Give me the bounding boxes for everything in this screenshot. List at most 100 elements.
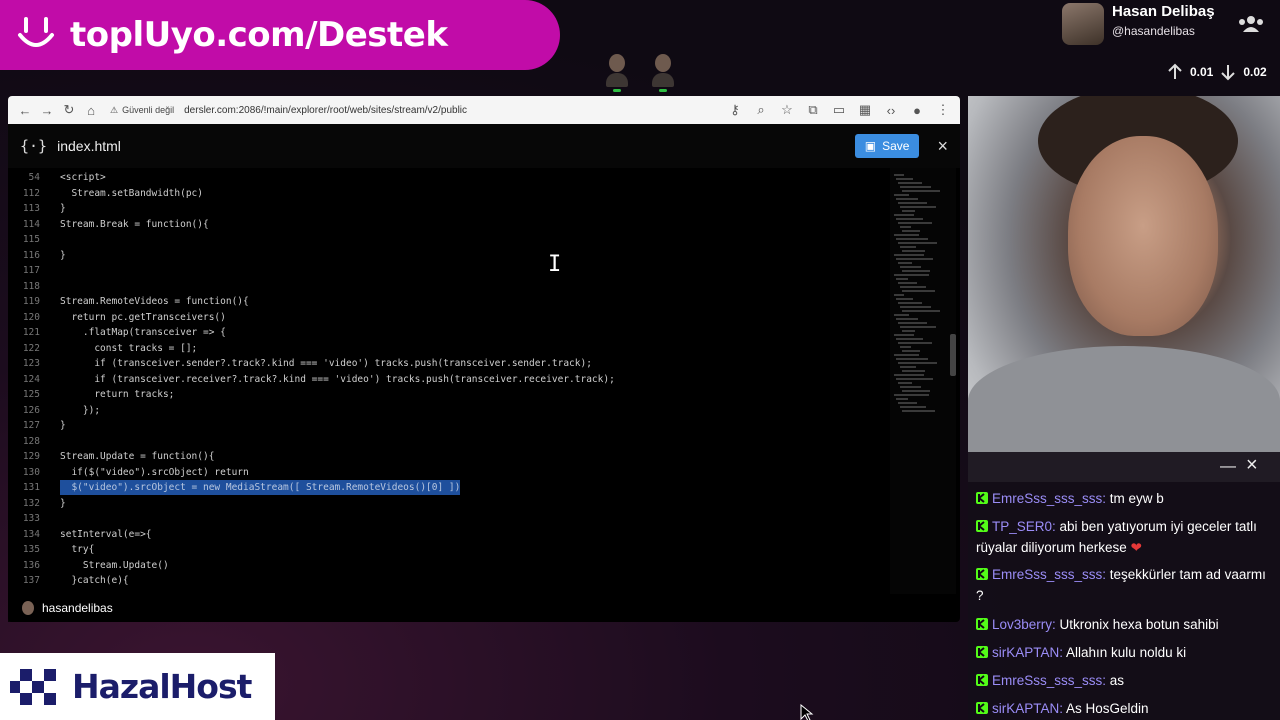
code-editor[interactable]: 54 <script> 112 Stream.setBandwidth(pc) 113… xyxy=(8,168,888,594)
minimap-line xyxy=(896,338,923,340)
chat-text: Allahın kulu noldu ki xyxy=(1063,645,1187,660)
reload-icon[interactable]: ↻ xyxy=(58,99,80,121)
chat-username[interactable]: EmreSss_sss_sss: xyxy=(992,567,1106,582)
line-number: 117 xyxy=(22,265,40,276)
line-number: 135 xyxy=(22,544,40,555)
code-line[interactable]: 131 $("video").srcObject = new MediaStre… xyxy=(8,480,888,495)
code-line[interactable]: 127} xyxy=(8,418,888,433)
code-line[interactable]: 113} xyxy=(8,201,888,216)
guest-avatar[interactable] xyxy=(652,54,674,92)
chat-panel: — × EmreSss_sss_sss: tm eyw b TP_SER0: ab… xyxy=(968,452,1280,720)
code-line[interactable]: 134 setInterval(e=>{ xyxy=(8,527,888,542)
key-icon[interactable]: ⚷ xyxy=(724,99,746,121)
minimap-line xyxy=(894,334,914,336)
extensions-icon[interactable]: ⧉ xyxy=(802,99,824,121)
back-icon[interactable]: ← xyxy=(14,99,36,121)
code-line[interactable]: 115 xyxy=(8,232,888,247)
line-number: 121 xyxy=(22,327,40,338)
code-line[interactable]: 129 Stream.Update = function(){ xyxy=(8,449,888,464)
code-line[interactable]: 125 return tracks; xyxy=(8,387,888,402)
sponsor-banner: HazalHost xyxy=(0,653,275,720)
minimap-line xyxy=(900,206,936,208)
user-avatar xyxy=(22,601,34,615)
home-icon[interactable]: ⌂ xyxy=(80,99,102,121)
code-line[interactable]: 136 Stream.Update() xyxy=(8,558,888,573)
line-number: 54 xyxy=(28,172,40,183)
minimap-line xyxy=(894,174,904,176)
editor-scrollbar[interactable] xyxy=(950,334,956,376)
line-number: 114 xyxy=(22,218,40,230)
minimap-line xyxy=(894,374,924,376)
cast-icon[interactable]: ▭ xyxy=(828,99,850,121)
minimap-line xyxy=(894,274,929,276)
browser-toolbar: ← → ↻ ⌂ ⚠ Güvenli değil dersler.com:2086… xyxy=(8,96,960,124)
chat-username[interactable]: EmreSss_sss_sss: xyxy=(992,673,1106,688)
chat-username[interactable]: sirKAPTAN: xyxy=(992,645,1063,660)
code-text: <script> xyxy=(60,172,106,183)
code-line[interactable]: 119 Stream.RemoteVideos = function(){ xyxy=(8,294,888,309)
minimap-line xyxy=(900,286,926,288)
code-text: if($("video").srcObject) return xyxy=(60,466,249,478)
devtools-icon[interactable]: ‹› xyxy=(880,99,902,121)
security-indicator[interactable]: ⚠ Güvenli değil xyxy=(110,105,174,116)
chat-username[interactable]: EmreSss_sss_sss: xyxy=(992,491,1106,506)
code-line[interactable]: 132} xyxy=(8,496,888,511)
zoom-icon[interactable]: ⌕ xyxy=(750,99,772,121)
kick-badge-icon xyxy=(976,646,988,658)
line-number: 131 xyxy=(22,482,40,493)
code-line[interactable]: 137 }catch(e){ xyxy=(8,573,888,588)
code-line[interactable]: 117 xyxy=(8,263,888,278)
minimap-line xyxy=(898,342,932,344)
code-line[interactable]: 122 const tracks = []; xyxy=(8,341,888,356)
code-line[interactable]: 133 xyxy=(8,511,888,526)
kick-badge-icon xyxy=(976,520,988,532)
chat-header: — × xyxy=(968,452,1280,482)
code-line[interactable]: 121 .flatMap(transceiver => { xyxy=(8,325,888,340)
minimize-icon[interactable]: — xyxy=(1220,458,1236,476)
minimap-line xyxy=(900,386,921,388)
code-line[interactable]: 124 if (transceiver.receiver?.track?.kin… xyxy=(8,372,888,387)
close-icon[interactable]: × xyxy=(1246,454,1258,477)
minimap-line xyxy=(902,350,920,352)
people-icon[interactable] xyxy=(1238,14,1264,34)
line-number: 120 xyxy=(22,311,40,323)
line-number: 124 xyxy=(22,373,40,385)
code-file-icon: {·} xyxy=(20,137,48,155)
code-text: return pc.getTransceivers() xyxy=(60,311,226,323)
save-button[interactable]: ▣ Save xyxy=(854,134,920,158)
code-line[interactable]: 126 }); xyxy=(8,403,888,418)
network-stats: 0.01 0.02 xyxy=(1166,63,1267,81)
code-line[interactable]: 116} xyxy=(8,248,888,263)
minimap-line xyxy=(902,190,940,192)
code-line[interactable]: 114 Stream.Break = function(){ xyxy=(8,217,888,232)
apps-icon[interactable]: ▦ xyxy=(854,99,876,121)
star-icon[interactable]: ☆ xyxy=(776,99,798,121)
code-line[interactable]: 130 if($("video").srcObject) return xyxy=(8,465,888,480)
minimap-line xyxy=(902,370,925,372)
profile-icon[interactable]: ● xyxy=(906,99,928,121)
forward-icon[interactable]: → xyxy=(36,99,58,121)
minimap-line xyxy=(896,318,918,320)
guest-avatar[interactable] xyxy=(606,54,628,92)
code-line[interactable]: 128 xyxy=(8,434,888,449)
chat-message: EmreSss_sss_sss: teşekkürler tam ad vaar… xyxy=(976,564,1272,606)
code-line[interactable]: 54 <script> xyxy=(8,170,888,185)
code-line[interactable]: 118 xyxy=(8,279,888,294)
chat-username[interactable]: sirKAPTAN: xyxy=(992,701,1063,716)
code-line[interactable]: 135 try{ xyxy=(8,542,888,557)
chat-username[interactable]: TP_SER0: xyxy=(992,519,1056,534)
code-minimap[interactable] xyxy=(890,168,956,594)
address-bar[interactable]: dersler.com:2086/!main/explorer/root/web… xyxy=(184,105,467,116)
line-number: 116 xyxy=(22,249,40,261)
code-line[interactable]: 120 return pc.getTransceivers() xyxy=(8,310,888,325)
menu-icon[interactable]: ⋮ xyxy=(932,99,954,121)
close-editor-button[interactable]: × xyxy=(937,136,948,157)
code-line[interactable]: 112 Stream.setBandwidth(pc) xyxy=(8,186,888,201)
code-text: $("video").srcObject = new MediaStream([… xyxy=(60,480,461,495)
chat-message: sirKAPTAN: Allahın kulu noldu ki xyxy=(976,642,1272,663)
minimap-line xyxy=(898,222,932,224)
code-line[interactable]: 123 if (transceiver.sender?.track?.kind … xyxy=(8,356,888,371)
code-text: return tracks; xyxy=(60,389,175,400)
chat-username[interactable]: Lov3berry: xyxy=(992,617,1056,632)
download-value: 0.02 xyxy=(1243,65,1267,79)
